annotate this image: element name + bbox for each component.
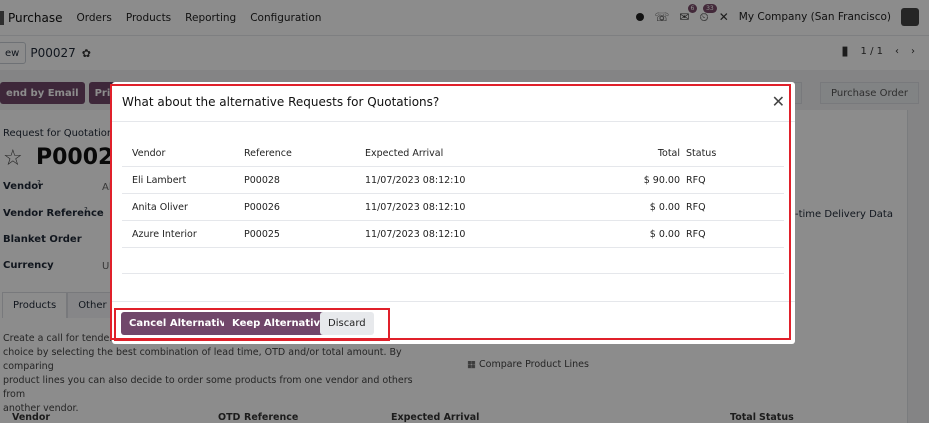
cell-total: $ 0.00 <box>649 201 680 213</box>
alternatives-table: Vendor Reference Expected Arrival Total … <box>122 140 784 274</box>
th-status: Status <box>686 147 717 159</box>
cell-expected-arrival: 11/07/2023 08:12:10 <box>365 228 466 240</box>
close-icon[interactable]: ✕ <box>772 92 785 111</box>
cell-status: RFQ <box>686 228 706 240</box>
cell-total: $ 90.00 <box>643 174 680 186</box>
cell-reference: P00028 <box>244 174 280 186</box>
table-header: Vendor Reference Expected Arrival Total … <box>122 140 784 167</box>
discard-button[interactable]: Discard <box>320 312 374 335</box>
cell-vendor: Anita Oliver <box>132 201 188 213</box>
table-row[interactable]: Eli Lambert P00028 11/07/2023 08:12:10 $… <box>122 167 784 194</box>
th-vendor: Vendor <box>132 147 166 159</box>
table-row[interactable]: Anita Oliver P00026 11/07/2023 08:12:10 … <box>122 194 784 221</box>
cell-total: $ 0.00 <box>649 228 680 240</box>
cell-vendor: Eli Lambert <box>132 174 187 186</box>
cell-reference: P00026 <box>244 201 280 213</box>
cell-status: RFQ <box>686 174 706 186</box>
th-reference: Reference <box>244 147 292 159</box>
cell-status: RFQ <box>686 201 706 213</box>
cell-expected-arrival: 11/07/2023 08:12:10 <box>365 201 466 213</box>
dialog-title: What about the alternative Requests for … <box>122 95 440 109</box>
th-total: Total <box>657 147 680 159</box>
cell-expected-arrival: 11/07/2023 08:12:10 <box>365 174 466 186</box>
table-empty-row <box>122 248 784 274</box>
alternatives-dialog: What about the alternative Requests for … <box>112 82 795 344</box>
cell-reference: P00025 <box>244 228 280 240</box>
cell-vendor: Azure Interior <box>132 228 197 240</box>
dialog-header: What about the alternative Requests for … <box>112 82 795 122</box>
dialog-footer: Cancel Alternatives Keep Alternatives Di… <box>112 301 795 344</box>
table-row[interactable]: Azure Interior P00025 11/07/2023 08:12:1… <box>122 221 784 248</box>
th-expected-arrival: Expected Arrival <box>365 147 444 159</box>
